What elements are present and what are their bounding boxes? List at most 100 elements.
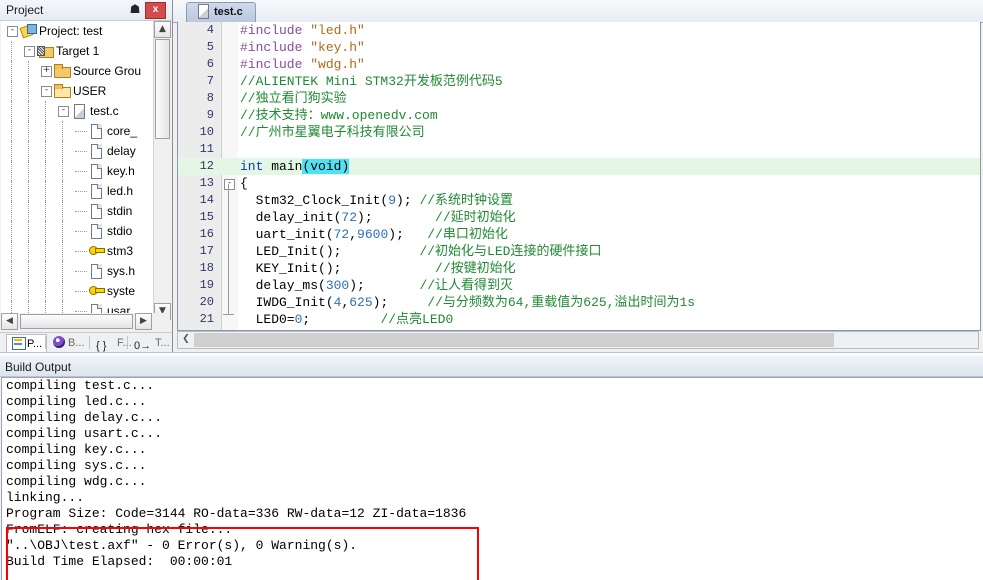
code-line[interactable]: 9 //技术支持：www.openedv.com [178, 107, 980, 124]
tree-item-label: USER [73, 84, 107, 98]
project-tree-vertical-scrollbar[interactable]: ▲ ▼ [153, 21, 171, 320]
close-icon[interactable]: x [145, 2, 166, 19]
tree-item-project-test[interactable]: - Project: test [1, 21, 153, 41]
tree-item-syste[interactable]: syste [1, 281, 153, 301]
build-output-log[interactable]: compiling test.c... compiling led.c... com… [1, 377, 983, 580]
code-line[interactable]: 18 KEY_Init(); //按键初始化 [178, 260, 980, 277]
tree-item-key-h[interactable]: key.h [1, 161, 153, 181]
file-icon [88, 223, 104, 239]
tree-guide-line [28, 121, 29, 141]
code-line[interactable]: 7 //ALIENTEK Mini STM32开发板范例代码5 [178, 73, 980, 90]
tree-guide-line [11, 41, 12, 61]
tree-guide-line [28, 241, 29, 261]
code-text: int main(void) [240, 159, 350, 174]
code-line[interactable]: 15 delay_init(72); //延时初始化 [178, 209, 980, 226]
project-tree[interactable]: - Project: test - Target 1 + Source Grou - USER… [1, 21, 153, 320]
line-number: 18 [199, 261, 214, 275]
code-editor[interactable]: 4 #include "led.h" 5 #include "key.h" 6 #incl… [177, 22, 981, 331]
tree-guide-line [11, 181, 12, 201]
code-line[interactable]: 17 LED_Init(); //初始化与LED连接的硬件接口 [178, 243, 980, 260]
line-number: 13 [199, 176, 214, 190]
tree-item-test-c[interactable]: - test.c [1, 101, 153, 121]
project-panel: Project ☗ x - Project: test - Target 1 + Sour… [0, 0, 174, 353]
code-line[interactable]: 8 //独立看门狗实验 [178, 90, 980, 107]
panel-tab-label: P... [27, 338, 43, 350]
line-number: 17 [199, 244, 214, 258]
tab-separator [127, 336, 128, 349]
code-line[interactable]: 6 #include "wdg.h" [178, 56, 980, 73]
tree-guide-line [28, 201, 29, 221]
fold-collapse-icon[interactable]: - [224, 179, 235, 190]
editor-horizontal-scrollbar[interactable]: ❮ [177, 331, 979, 349]
scroll-up-icon[interactable]: ▲ [154, 21, 171, 38]
tree-guide-line [75, 131, 87, 132]
code-line[interactable]: 19 delay_ms(300); //让人看得到灭 [178, 277, 980, 294]
tree-item-led-h[interactable]: led.h [1, 181, 153, 201]
vertical-scrollbar-thumb[interactable] [155, 39, 170, 139]
line-number: 7 [206, 74, 214, 88]
code-line[interactable]: 5 #include "key.h" [178, 39, 980, 56]
tree-item-stdio[interactable]: stdio [1, 221, 153, 241]
code-text: IWDG_Init(4,625); //与分频数为64,重载值为625,溢出时间… [240, 295, 696, 310]
panel-tab-1[interactable]: B... [48, 334, 89, 352]
code-line[interactable]: 12 int main(void) [178, 158, 980, 175]
collapse-icon[interactable]: - [41, 86, 52, 97]
code-line[interactable]: 20 IWDG_Init(4,625); //与分频数为64,重载值为625,溢… [178, 294, 980, 311]
scroll-left-icon[interactable]: ◀ [1, 313, 18, 330]
tree-item-source-grou[interactable]: + Source Grou [1, 61, 153, 81]
tree-item-delay[interactable]: delay [1, 141, 153, 161]
panel-tab-3[interactable]: 0→ T... [130, 334, 174, 352]
build-output-line: compiling key.c... [6, 442, 147, 457]
code-line[interactable]: 10 //广州市星翼电子科技有限公司 [178, 124, 980, 141]
code-line[interactable]: 16 uart_init(72,9600); //串口初始化 [178, 226, 980, 243]
line-number: 12 [199, 159, 214, 173]
tree-item-label: led.h [107, 184, 134, 198]
expand-icon[interactable]: + [41, 66, 52, 77]
pin-icon[interactable]: ☗ [128, 2, 142, 17]
tree-item-core[interactable]: core_ [1, 121, 153, 141]
tree-guide-line [75, 271, 87, 272]
code-line[interactable]: 14 Stm32_Clock_Init(9); //系统时钟设置 [178, 192, 980, 209]
tree-guide-line [28, 61, 29, 81]
build-output-line: Program Size: Code=3144 RO-data=336 RW-d… [6, 506, 467, 521]
build-output-line: compiling led.c... [6, 394, 147, 409]
panel-tab-label: B... [68, 337, 85, 349]
code-text: //技术支持：www.openedv.com [240, 108, 438, 123]
collapse-icon[interactable]: - [58, 106, 69, 117]
tree-guide-line [28, 281, 29, 301]
code-text: LED_Init(); //初始化与LED连接的硬件接口 [240, 244, 602, 259]
tree-item-label: test.c [90, 104, 119, 118]
tree-item-label: key.h [107, 164, 135, 178]
tree-guide-line [75, 291, 87, 292]
collapse-icon[interactable]: - [24, 46, 35, 57]
tree-item-user[interactable]: - USER [1, 81, 153, 101]
tree-item-target-1[interactable]: - Target 1 [1, 41, 153, 61]
editor-scrollbar-thumb[interactable] [194, 333, 834, 347]
tree-guide-line [45, 241, 46, 261]
scroll-left-icon[interactable]: ❮ [179, 333, 193, 347]
project-tree-horizontal-scrollbar[interactable]: ◀ ▶ [1, 313, 170, 331]
code-line[interactable]: 11 [178, 141, 980, 158]
build-output-line: compiling test.c... [6, 378, 155, 393]
tree-guide-line [11, 81, 12, 101]
build-output-line: compiling delay.c... [6, 410, 163, 425]
code-line[interactable]: 4 #include "led.h" [178, 22, 980, 39]
code-line[interactable]: 21 LED0=0; //点亮LED0 [178, 311, 980, 328]
scroll-right-icon[interactable]: ▶ [135, 313, 152, 330]
tree-item-label: syste [107, 284, 136, 298]
c-file-icon [195, 3, 211, 19]
tree-item-sys-h[interactable]: sys.h [1, 261, 153, 281]
collapse-icon[interactable]: - [7, 26, 18, 37]
panel-tab-0[interactable]: P... [6, 334, 48, 353]
tree-item-stm3[interactable]: stm3 [1, 241, 153, 261]
tree-guide-line [11, 241, 12, 261]
target-icon [37, 43, 54, 59]
build-output-titlebar: Build Output [0, 358, 983, 377]
tree-guide-line [62, 141, 63, 161]
tab-test-c[interactable]: test.c [186, 2, 256, 23]
horizontal-scrollbar-thumb[interactable] [20, 314, 133, 329]
templates-icon: 0→ [134, 340, 152, 352]
line-number: 8 [206, 91, 214, 105]
code-line[interactable]: 13 {- [178, 175, 980, 192]
tree-item-stdin[interactable]: stdin [1, 201, 153, 221]
